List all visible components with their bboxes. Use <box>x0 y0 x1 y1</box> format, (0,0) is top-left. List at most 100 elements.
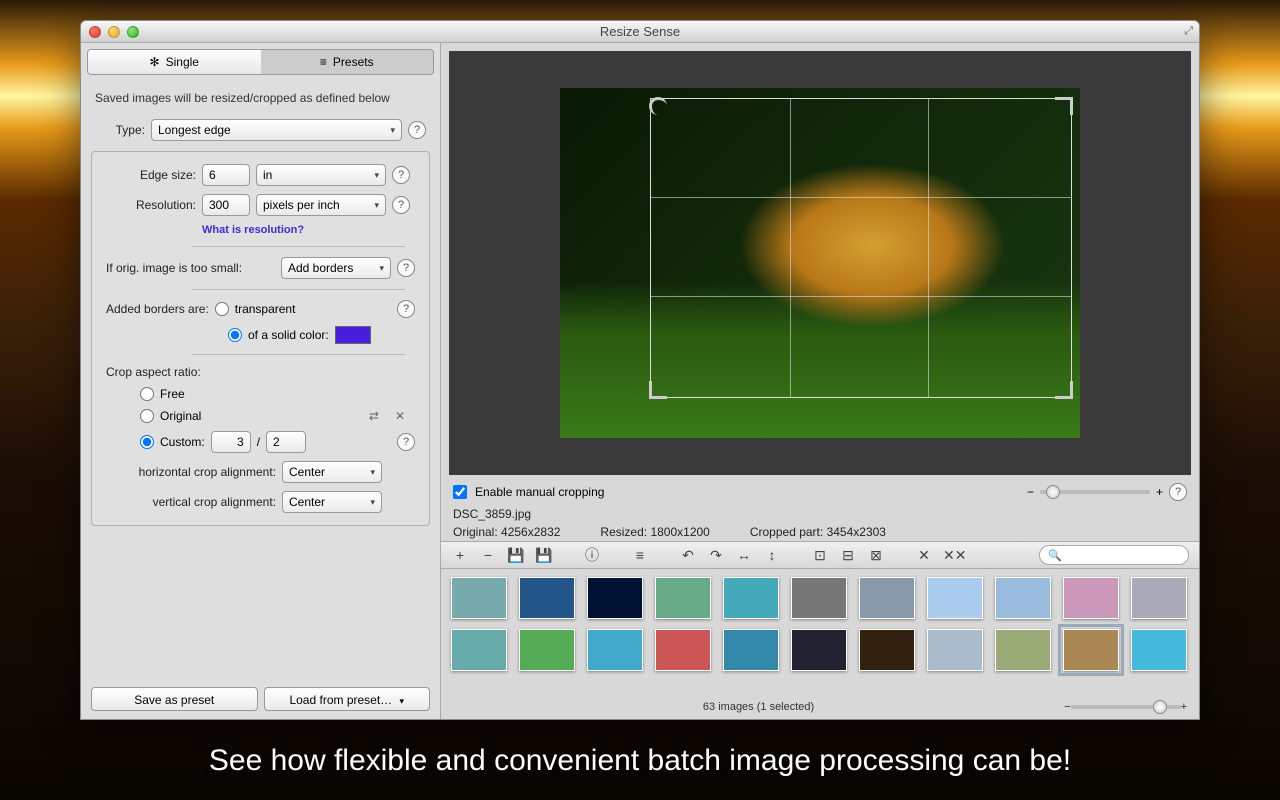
thumbnail[interactable] <box>1131 629 1187 671</box>
border-solid-radio[interactable] <box>228 328 242 342</box>
preview-zoom-slider[interactable] <box>1040 490 1150 494</box>
crop-tool-icon[interactable]: ⊡ <box>811 547 829 564</box>
thumbnail-toolbar: + − 💾 💾 ⓘ ≡ ↶ ↷ ↔ ↕ ⊡ ⊟ ⊠ ✕ ✕✕ <box>441 541 1199 569</box>
filename-text: DSC_3859.jpg <box>453 507 531 521</box>
load-preset-button[interactable]: Load from preset… ▾ <box>264 687 431 711</box>
thumbnail[interactable] <box>791 577 847 619</box>
zoom-in-button[interactable]: + <box>1156 485 1163 499</box>
help-button[interactable]: ? <box>1169 483 1187 501</box>
remove-icon[interactable]: − <box>479 547 497 563</box>
cancel-icon[interactable]: ✕ <box>915 547 933 564</box>
radio-label: Free <box>160 387 185 401</box>
list-icon[interactable]: ≡ <box>631 547 649 563</box>
type-select[interactable]: Longest edge▾ <box>151 119 402 141</box>
thumbnail[interactable] <box>655 629 711 671</box>
thumbnail[interactable] <box>723 629 779 671</box>
crop-handle-br[interactable] <box>1055 381 1073 399</box>
help-button[interactable]: ? <box>408 121 426 139</box>
search-input[interactable]: 🔍 <box>1039 545 1189 565</box>
save-all-icon[interactable]: 💾 <box>535 547 553 564</box>
cancel-all-icon[interactable]: ✕✕ <box>943 547 961 564</box>
thumbnail[interactable] <box>927 629 983 671</box>
window-title: Resize Sense <box>81 24 1199 39</box>
enable-crop-checkbox[interactable] <box>453 485 467 499</box>
thumbnail[interactable] <box>519 629 575 671</box>
tab-presets[interactable]: ≡ Presets <box>261 50 434 74</box>
aspect-custom-radio[interactable] <box>140 435 154 449</box>
crop-handle-tl[interactable] <box>649 97 667 115</box>
image-preview[interactable] <box>449 51 1191 475</box>
help-button[interactable]: ? <box>397 300 415 318</box>
thumbnail[interactable] <box>1131 577 1187 619</box>
resolution-label: Resolution: <box>106 198 196 212</box>
zoom-out-button[interactable]: − <box>1027 485 1034 499</box>
info-icon[interactable]: ⓘ <box>583 545 601 565</box>
save-icon[interactable]: 💾 <box>507 547 525 564</box>
flip-h-icon[interactable]: ↔ <box>735 547 753 563</box>
hint-text: Saved images will be resized/cropped as … <box>81 81 440 115</box>
valign-label: vertical crop alignment: <box>106 495 276 509</box>
too-small-select[interactable]: Add borders▾ <box>281 257 391 279</box>
thumbnail[interactable] <box>995 577 1051 619</box>
thumbnail[interactable] <box>1063 577 1119 619</box>
aspect-w-input[interactable] <box>211 431 251 453</box>
save-preset-button[interactable]: Save as preset <box>91 687 258 711</box>
clear-icon[interactable]: ✕ <box>395 409 405 423</box>
crop-handle-tr[interactable] <box>1055 97 1073 115</box>
thumbnail[interactable] <box>859 577 915 619</box>
flip-v-icon[interactable]: ↕ <box>763 547 781 563</box>
thumbnail-grid <box>441 569 1199 699</box>
valign-select[interactable]: Center▾ <box>282 491 382 513</box>
crop-handle-bl[interactable] <box>649 381 667 399</box>
resolution-input[interactable] <box>202 194 250 216</box>
edge-unit-select[interactable]: in▾ <box>256 164 386 186</box>
thumb-zoom-slider[interactable] <box>1071 705 1181 709</box>
zoom-out-button[interactable]: − <box>1064 701 1070 713</box>
aspect-original-radio[interactable] <box>140 409 154 423</box>
list-icon: ≡ <box>320 55 327 69</box>
thumbnail[interactable] <box>587 577 643 619</box>
aspect-label: Crop aspect ratio: <box>106 365 201 379</box>
crop-rect[interactable] <box>650 98 1072 398</box>
border-transparent-radio[interactable] <box>215 302 229 316</box>
rotate-left-icon[interactable]: ↶ <box>679 547 697 564</box>
zoom-in-button[interactable]: + <box>1181 701 1187 713</box>
radio-label: Custom: <box>160 435 205 449</box>
thumbnail[interactable] <box>1063 629 1119 671</box>
too-small-label: If orig. image is too small: <box>106 261 242 275</box>
resolution-unit-select[interactable]: pixels per inch▾ <box>256 194 386 216</box>
aspect-free-radio[interactable] <box>140 387 154 401</box>
help-button[interactable]: ? <box>397 259 415 277</box>
thumbnail[interactable] <box>519 577 575 619</box>
titlebar: Resize Sense ⤢ <box>81 21 1199 43</box>
thumbnail[interactable] <box>655 577 711 619</box>
help-button[interactable]: ? <box>397 433 415 451</box>
search-icon: 🔍 <box>1048 549 1062 562</box>
swap-icon[interactable]: ⇄ <box>369 409 379 423</box>
thumbnail[interactable] <box>587 629 643 671</box>
marketing-caption: See how flexible and convenient batch im… <box>0 744 1280 778</box>
tab-label: Single <box>166 55 199 69</box>
thumbnail[interactable] <box>723 577 779 619</box>
original-info: Original: 4256x2832 <box>453 525 560 539</box>
thumbnail[interactable] <box>451 629 507 671</box>
add-icon[interactable]: + <box>451 547 469 563</box>
help-button[interactable]: ? <box>392 196 410 214</box>
fullscreen-icon[interactable]: ⤢ <box>1184 25 1193 38</box>
edge-size-input[interactable] <box>202 164 250 186</box>
crop-clear-icon[interactable]: ⊠ <box>867 547 885 564</box>
thumbnail[interactable] <box>791 629 847 671</box>
resolution-help-link[interactable]: What is resolution? <box>202 224 304 236</box>
border-color-swatch[interactable] <box>335 326 371 344</box>
help-button[interactable]: ? <box>392 166 410 184</box>
tab-single[interactable]: ✻ Single <box>88 50 261 74</box>
crop-reset-icon[interactable]: ⊟ <box>839 547 857 564</box>
aspect-h-input[interactable] <box>266 431 306 453</box>
thumbnail[interactable] <box>995 629 1051 671</box>
thumbnail[interactable] <box>859 629 915 671</box>
thumbnail[interactable] <box>451 577 507 619</box>
chevron-down-icon: ▾ <box>370 467 375 478</box>
rotate-right-icon[interactable]: ↷ <box>707 547 725 564</box>
halign-select[interactable]: Center▾ <box>282 461 382 483</box>
thumbnail[interactable] <box>927 577 983 619</box>
